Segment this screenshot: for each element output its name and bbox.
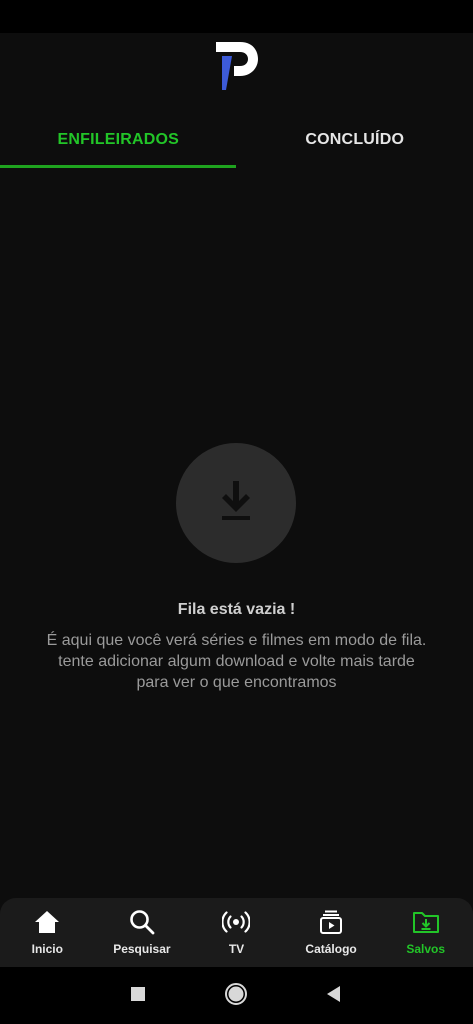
broadcast-icon bbox=[222, 908, 251, 936]
app-screen: ENFILEIRADOS CONCLUÍDO Fila está vazia !… bbox=[0, 0, 473, 1024]
download-icon bbox=[216, 479, 256, 528]
bottom-navigation: Inicio Pesquisar TV Catálogo Salvos bbox=[0, 898, 473, 967]
back-triangle-icon bbox=[325, 985, 341, 1008]
status-bar bbox=[0, 0, 473, 33]
nav-label-catalogo: Catálogo bbox=[305, 942, 357, 956]
tab-concluido[interactable]: CONCLUÍDO bbox=[237, 112, 473, 168]
empty-state-description: É aqui que você verá séries e filmes em … bbox=[46, 632, 427, 691]
tab-concluido-label: CONCLUÍDO bbox=[305, 131, 405, 148]
catalog-icon bbox=[317, 908, 345, 936]
active-tab-indicator bbox=[0, 165, 236, 168]
circle-icon bbox=[224, 982, 248, 1011]
nav-item-salvos[interactable]: Salvos bbox=[378, 898, 473, 967]
home-icon bbox=[33, 908, 61, 936]
square-icon bbox=[130, 986, 146, 1007]
tab-enfileirados[interactable]: ENFILEIRADOS bbox=[0, 112, 237, 168]
nav-item-inicio[interactable]: Inicio bbox=[0, 898, 95, 967]
nav-item-tv[interactable]: TV bbox=[189, 898, 284, 967]
nav-label-pesquisar: Pesquisar bbox=[113, 942, 171, 956]
empty-state-title: Fila está vazia ! bbox=[177, 601, 296, 618]
nav-label-tv: TV bbox=[228, 942, 245, 956]
saved-folder-icon bbox=[412, 908, 440, 936]
recents-button[interactable] bbox=[125, 983, 151, 1009]
empty-state-icon-circle bbox=[176, 443, 296, 563]
queue-tabs: ENFILEIRADOS CONCLUÍDO bbox=[0, 112, 473, 168]
back-button[interactable] bbox=[320, 983, 346, 1009]
app-logo bbox=[212, 40, 262, 92]
nav-item-pesquisar[interactable]: Pesquisar bbox=[95, 898, 190, 967]
system-navigation-bar bbox=[0, 967, 473, 1024]
nav-label-salvos: Salvos bbox=[406, 942, 446, 956]
home-button[interactable] bbox=[223, 982, 249, 1011]
nav-label-inicio: Inicio bbox=[31, 942, 63, 956]
tab-enfileirados-label: ENFILEIRADOS bbox=[57, 131, 180, 148]
search-icon bbox=[128, 908, 156, 936]
nav-item-catalogo[interactable]: Catálogo bbox=[284, 898, 379, 967]
